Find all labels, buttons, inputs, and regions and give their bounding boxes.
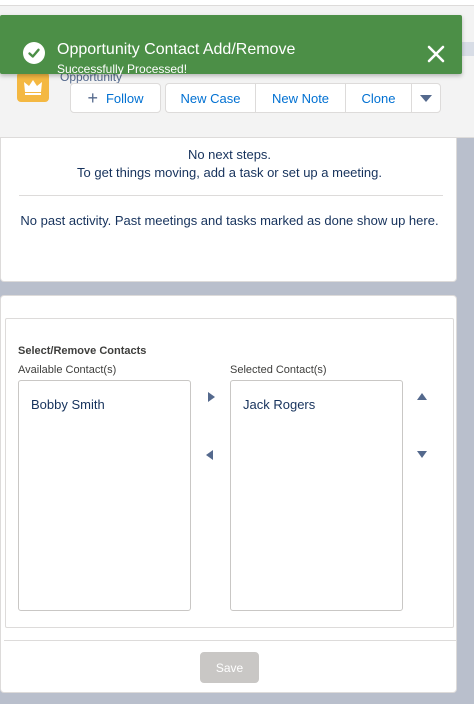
move-right-icon[interactable]: [205, 390, 217, 402]
move-down-icon[interactable]: [416, 447, 428, 459]
follow-label: Follow: [105, 90, 144, 106]
next-steps-line1: No next steps.: [187, 147, 272, 162]
success-check-icon: [23, 42, 45, 64]
activity-divider: [19, 195, 443, 196]
success-toast: Opportunity Contact Add/Remove Successfu…: [0, 15, 462, 76]
list-item[interactable]: Jack Rogers: [243, 397, 315, 412]
next-steps-line2: To get things moving, add a task or set …: [77, 165, 382, 180]
close-icon[interactable]: [425, 43, 447, 65]
move-up-icon[interactable]: [416, 390, 428, 402]
activity-card: No next steps. To get things moving, add…: [0, 138, 457, 282]
toast-message: Successfully Processed!: [57, 62, 188, 76]
footer-divider: [4, 640, 457, 641]
more-actions-button[interactable]: [411, 83, 441, 113]
chevron-down-icon: [420, 94, 432, 102]
selected-contacts-list[interactable]: Jack Rogers: [230, 380, 403, 611]
available-contacts-list[interactable]: Bobby Smith: [18, 380, 191, 611]
selected-contacts-label: Selected Contact(s): [230, 364, 327, 376]
follow-button[interactable]: + Follow: [70, 83, 161, 113]
move-left-icon[interactable]: [204, 448, 216, 460]
crown-icon: [17, 72, 49, 102]
save-button[interactable]: Save: [200, 652, 259, 683]
top-strip: [0, 0, 474, 6]
plus-icon: +: [87, 88, 98, 108]
scroll-edge: [462, 42, 474, 56]
action-button-row: + Follow New Case New Note Clone: [70, 83, 441, 113]
new-note-button[interactable]: New Note: [255, 83, 345, 113]
list-item[interactable]: Bobby Smith: [31, 397, 105, 412]
section-title: Select/Remove Contacts: [18, 345, 147, 357]
action-button-group: New Case New Note Clone: [165, 83, 441, 113]
next-steps-message: No next steps. To get things moving, add…: [1, 146, 458, 182]
toast-title: Opportunity Contact Add/Remove: [57, 41, 296, 58]
available-contacts-label: Available Contact(s): [18, 364, 117, 376]
new-case-button[interactable]: New Case: [165, 83, 255, 113]
past-activity-message: No past activity. Past meetings and task…: [20, 213, 439, 228]
clone-button[interactable]: Clone: [345, 83, 411, 113]
